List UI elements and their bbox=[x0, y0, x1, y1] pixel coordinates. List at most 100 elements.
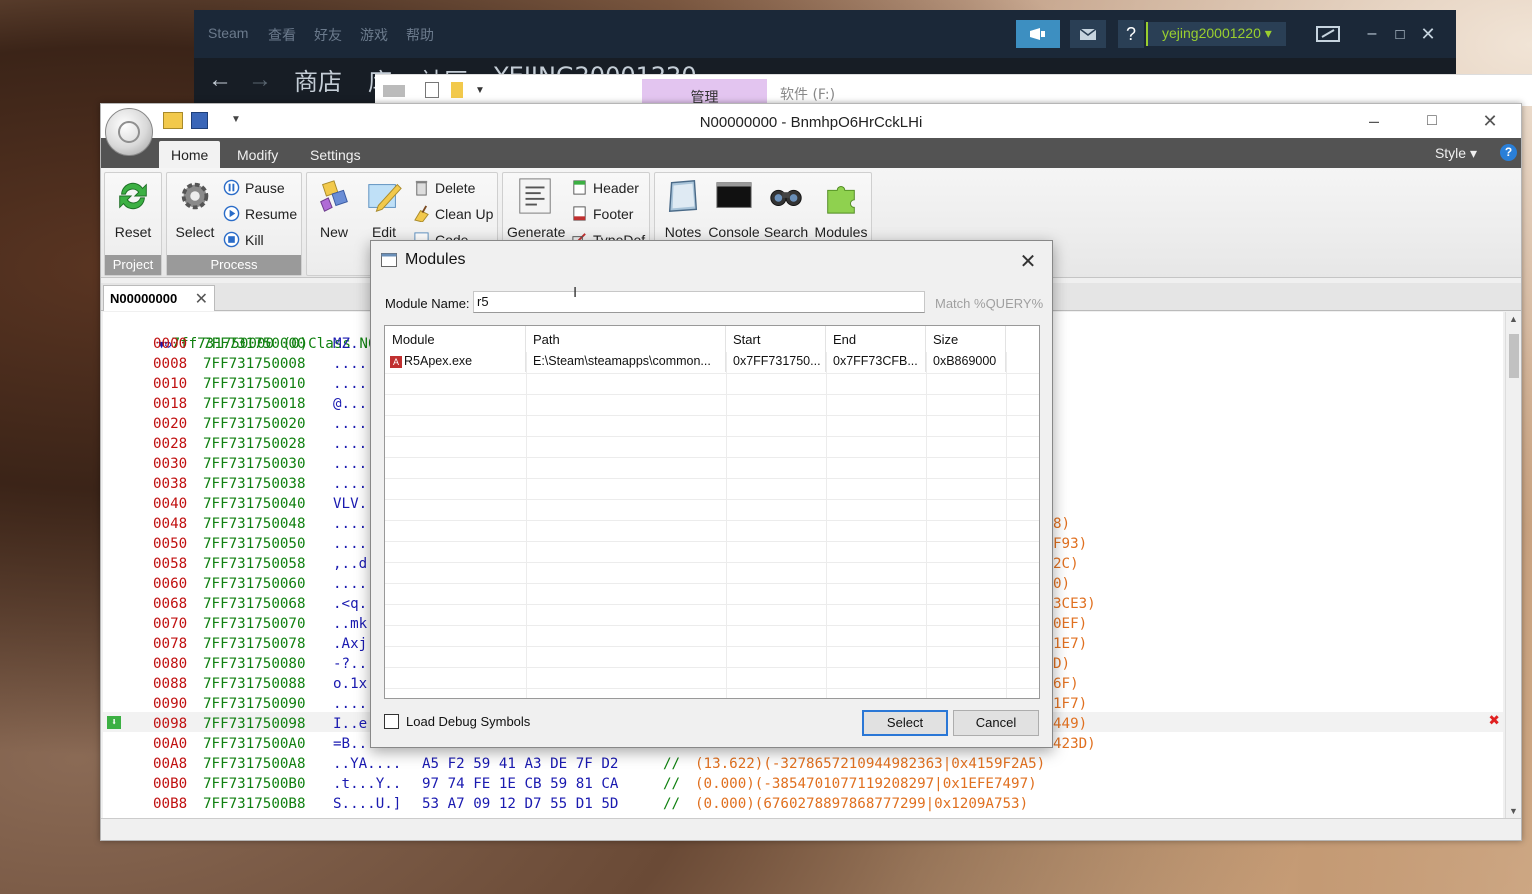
new-class-button[interactable]: New bbox=[308, 177, 360, 240]
notification-icon[interactable] bbox=[1070, 20, 1106, 48]
console-button[interactable]: Console bbox=[708, 177, 760, 240]
select-process-button[interactable]: Select bbox=[169, 177, 221, 240]
footer-icon bbox=[573, 206, 586, 221]
modules-button[interactable]: Modules bbox=[812, 177, 870, 240]
edit-class-button[interactable]: Edit bbox=[358, 177, 410, 240]
help-icon[interactable]: ? bbox=[1500, 144, 1517, 161]
maximize-icon[interactable]: □ bbox=[1421, 110, 1443, 132]
steam-close-icon[interactable]: ✕ bbox=[1416, 20, 1440, 48]
row-ascii: .... bbox=[333, 696, 368, 712]
column-header-module[interactable]: Module bbox=[385, 326, 526, 352]
quick-access-dropdown-icon[interactable]: ▼ bbox=[475, 85, 485, 96]
row-ascii: VLV. bbox=[333, 496, 368, 512]
steam-minimize-icon[interactable]: – bbox=[1360, 20, 1384, 48]
play-icon bbox=[223, 205, 240, 222]
dialog-close-icon[interactable]: ✕ bbox=[1016, 249, 1040, 274]
match-query-label: Match %QUERY% bbox=[935, 296, 1044, 311]
steam-menu-games[interactable]: 游戏 bbox=[360, 25, 388, 45]
console-icon bbox=[716, 182, 752, 208]
steam-username[interactable]: yejing20001220 ▾ bbox=[1146, 22, 1286, 46]
row-values: 449) bbox=[1053, 716, 1088, 732]
module-name-input[interactable]: r5 bbox=[473, 291, 925, 313]
row-address: 7FF731750058 bbox=[203, 556, 306, 572]
document-tab[interactable]: N00000000 ✕ bbox=[103, 285, 215, 311]
header-button[interactable]: Header bbox=[571, 179, 639, 196]
row-offset: 0028 bbox=[153, 436, 188, 452]
dialog-title: Modules bbox=[381, 251, 465, 269]
grid-row-line bbox=[385, 499, 1039, 500]
notes-icon bbox=[668, 180, 698, 212]
scroll-down-icon[interactable]: ▼ bbox=[1509, 806, 1518, 816]
status-bar bbox=[101, 818, 1521, 840]
steam-maximize-icon[interactable]: □ bbox=[1388, 20, 1412, 48]
broom-icon bbox=[414, 205, 429, 222]
close-tab-icon[interactable]: ✕ bbox=[195, 289, 208, 309]
row-comment-marker: // bbox=[663, 756, 681, 772]
row-offset: 0070 bbox=[153, 616, 188, 632]
select-button[interactable]: Select bbox=[862, 710, 948, 736]
broadcast-icon[interactable] bbox=[1016, 20, 1060, 48]
back-icon[interactable]: ← bbox=[208, 66, 232, 94]
grid-row-line bbox=[385, 625, 1039, 626]
notes-button[interactable]: Notes bbox=[657, 177, 709, 240]
row-address: 7FF731750070 bbox=[203, 616, 306, 632]
row-address: 7FF731750060 bbox=[203, 576, 306, 592]
load-debug-symbols-checkbox[interactable]: Load Debug Symbols bbox=[384, 714, 530, 729]
style-dropdown[interactable]: Style ▾ bbox=[1435, 145, 1477, 162]
pause-button[interactable]: Pause bbox=[223, 179, 285, 196]
row-ascii: .... bbox=[333, 456, 368, 472]
forward-icon[interactable]: → bbox=[248, 66, 272, 94]
steam-nav-store[interactable]: 商店 bbox=[294, 62, 342, 97]
tab-home[interactable]: Home bbox=[159, 141, 221, 168]
column-header-path[interactable]: Path bbox=[526, 326, 726, 352]
row-values: (0.000)(6760278897868777299|0x1209A753) bbox=[695, 796, 1029, 812]
tab-modify[interactable]: Modify bbox=[225, 141, 290, 168]
steam-menu-view[interactable]: 查看 bbox=[268, 25, 296, 45]
close-icon[interactable]: ✕ bbox=[1479, 110, 1501, 132]
kill-button[interactable]: Kill bbox=[223, 231, 264, 248]
properties-icon[interactable] bbox=[425, 82, 439, 98]
checkbox-box[interactable] bbox=[384, 714, 399, 729]
new-class-icon bbox=[320, 180, 348, 212]
row-address: 7FF731750048 bbox=[203, 516, 306, 532]
steam-menu-help[interactable]: 帮助 bbox=[406, 25, 434, 45]
application-menu-orb-icon[interactable] bbox=[105, 108, 153, 156]
row-offset: 0040 bbox=[153, 496, 188, 512]
row-ascii: .... bbox=[333, 436, 368, 452]
footer-button[interactable]: Footer bbox=[571, 205, 633, 222]
row-offset: 00A0 bbox=[153, 736, 188, 752]
row-values: 1E7) bbox=[1053, 636, 1088, 652]
row-offset: 0050 bbox=[153, 536, 188, 552]
class-header[interactable]: ▼⚙7ff731750000 (0)Class N0 bbox=[107, 314, 376, 352]
row-offset: 0008 bbox=[153, 356, 188, 372]
reset-icon bbox=[119, 182, 147, 210]
column-header-end[interactable]: End bbox=[826, 326, 926, 352]
generate-button[interactable]: Generate bbox=[507, 177, 565, 240]
delete-row-icon[interactable]: ✖ bbox=[1489, 712, 1500, 730]
new-folder-icon[interactable] bbox=[451, 82, 463, 98]
steam-menu-friends[interactable]: 好友 bbox=[314, 25, 342, 45]
generate-icon bbox=[519, 178, 551, 214]
table-row[interactable]: A R5Apex.exe E:\Steam\steamapps\common...… bbox=[385, 351, 1039, 373]
column-header-size[interactable]: Size bbox=[926, 326, 1006, 352]
scroll-thumb[interactable] bbox=[1509, 334, 1519, 378]
cancel-button[interactable]: Cancel bbox=[953, 710, 1039, 736]
reset-button[interactable]: Reset bbox=[107, 177, 159, 240]
big-picture-icon[interactable] bbox=[1314, 20, 1342, 48]
tab-settings[interactable]: Settings bbox=[298, 141, 373, 168]
row-address: 7FF731750090 bbox=[203, 696, 306, 712]
help-icon[interactable]: ? bbox=[1118, 20, 1144, 48]
grid-col-line bbox=[826, 352, 827, 698]
minimize-icon[interactable]: – bbox=[1363, 110, 1385, 132]
grid-col-line bbox=[526, 352, 527, 698]
row-ascii: =B.. bbox=[333, 736, 368, 752]
vertical-scrollbar[interactable]: ▲ ▼ bbox=[1505, 312, 1521, 818]
steam-menu-steam[interactable]: Steam bbox=[208, 25, 248, 41]
column-header-start[interactable]: Start bbox=[726, 326, 826, 352]
search-button[interactable]: Search bbox=[760, 177, 812, 240]
resume-button[interactable]: Resume bbox=[223, 205, 297, 222]
modules-table[interactable]: Module Path Start End Size A R5Apex.exe E… bbox=[384, 325, 1040, 699]
scroll-up-icon[interactable]: ▲ bbox=[1509, 314, 1518, 324]
cleanup-button[interactable]: Clean Up bbox=[413, 205, 493, 222]
delete-button[interactable]: Delete bbox=[413, 179, 475, 196]
